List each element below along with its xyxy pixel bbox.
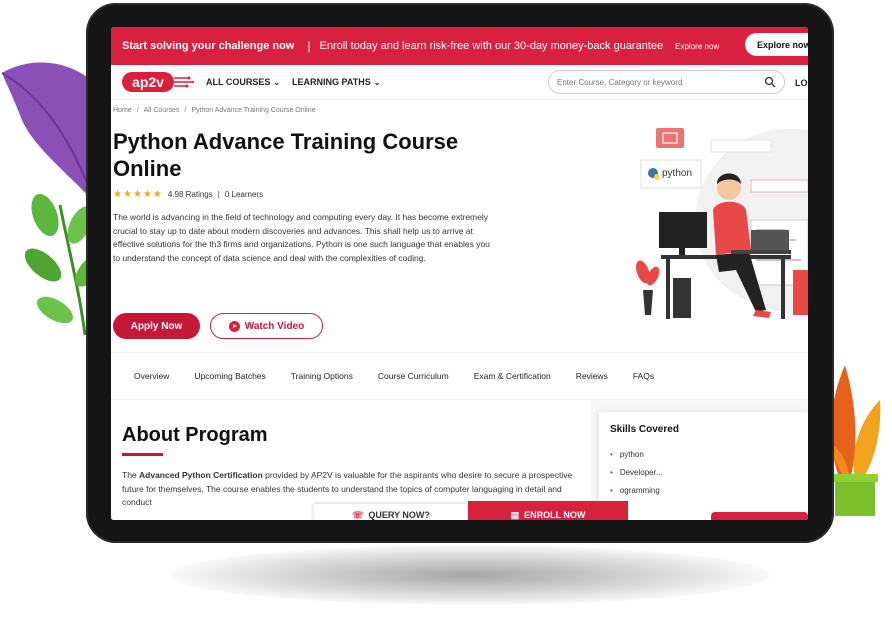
watch-video-label: Watch Video — [244, 320, 305, 332]
about-program-heading: About Program — [122, 424, 268, 446]
tab-reviews[interactable]: Reviews — [576, 371, 608, 381]
tab-upcoming-batches[interactable]: Upcoming Batches — [194, 371, 265, 381]
watch-video-button[interactable]: Watch Video — [210, 313, 323, 339]
ap2v-logo[interactable]: ap2v — [122, 70, 195, 94]
play-icon — [228, 320, 240, 332]
all-courses-label: ALL COURSES — [206, 77, 271, 87]
learners-count: 0 Learners — [224, 190, 264, 199]
bullet-icon: • — [610, 450, 613, 459]
logo-text: ap2v — [132, 74, 164, 90]
python-label: python — [662, 168, 692, 179]
logo-mark: ap2v — [122, 72, 195, 92]
apply-now-button[interactable]: Apply Now — [113, 313, 200, 339]
breadcrumb-home[interactable]: Home — [113, 107, 132, 114]
breadcrumb-current: Python Advance Training Course Online — [191, 107, 316, 114]
course-tabs: Overview Upcoming Batches Training Optio… — [111, 352, 808, 400]
learning-paths-menu[interactable]: LEARNING PATHS ⌄ — [292, 77, 380, 87]
device-shadow — [170, 545, 770, 605]
skills-covered-card: Skills Covered • python • Developer... • og… — [599, 412, 808, 520]
bullet-icon: • — [610, 468, 613, 477]
breadcrumb-separator: / — [136, 107, 139, 114]
ratings-count: 4.98 Ratings — [167, 190, 213, 199]
query-now-button[interactable]: ☏ QUERY NOW? — [314, 504, 468, 520]
tab-exam-certification[interactable]: Exam & Certification — [474, 371, 551, 381]
main-nav: ap2v ALL COURSES ⌄ LEARNING PATHS ⌄ L — [111, 65, 808, 100]
phone-icon: ☏ — [352, 510, 364, 520]
skills-covered-heading: Skills Covered — [610, 424, 679, 435]
promo-explore-link[interactable]: Explore now — [675, 42, 719, 51]
explore-now-button[interactable]: Explore now — [745, 33, 808, 56]
query-now-label: QUERY NOW? — [368, 510, 430, 520]
promo-headline: Start solving your challenge now — [122, 40, 295, 52]
tab-faqs[interactable]: FAQs — [633, 371, 654, 381]
skill-item: • ogramming — [610, 486, 660, 495]
chevron-down-icon: ⌄ — [373, 77, 381, 87]
login-link[interactable]: LOG — [795, 78, 808, 88]
heading-underline — [122, 453, 163, 456]
skill-item: • Developer... — [610, 468, 663, 477]
skill-label: Developer... — [619, 468, 663, 477]
breadcrumb: Home / All Courses / Python Advance Trai… — [113, 107, 316, 114]
enroll-now-label: ENROLL NOW — [524, 510, 586, 520]
search-input[interactable] — [557, 77, 757, 87]
hero-section: Home / All Courses / Python Advance Trai… — [111, 100, 808, 352]
star-rating-icon: ★★★★★ — [113, 189, 163, 200]
skill-label: python — [619, 450, 644, 459]
about-section: About Program The Advanced Python Certif… — [111, 400, 808, 520]
promo-separator: | — [307, 39, 311, 53]
search-box — [548, 70, 785, 94]
course-description: The world is advancing in the field of t… — [113, 212, 490, 263]
ratings-divider: | — [217, 190, 220, 199]
document-icon: ▤ — [510, 510, 520, 520]
all-courses-menu[interactable]: ALL COURSES ⌄ — [206, 77, 280, 87]
learning-paths-label: LEARNING PATHS — [292, 77, 371, 87]
enroll-now-button[interactable]: ▤ ENROLL NOW — [468, 501, 628, 520]
tab-course-curriculum[interactable]: Course Curriculum — [378, 371, 449, 381]
about-text-pre: The — [122, 470, 140, 480]
tab-training-options[interactable]: Training Options — [291, 371, 353, 381]
breadcrumb-all-courses[interactable]: All Courses — [144, 107, 180, 114]
floating-red-tab[interactable] — [711, 512, 808, 520]
promo-offer: Enroll today and learn risk-free with ou… — [319, 40, 664, 52]
skill-label: ogramming — [619, 486, 660, 495]
skill-item: • python — [610, 450, 644, 459]
python-developer-illustration: python — [636, 128, 808, 319]
breadcrumb-separator: / — [184, 107, 187, 114]
promo-bar: Start solving your challenge now | Enrol… — [111, 27, 808, 65]
bullet-icon: • — [610, 486, 613, 495]
about-text-bold: Advanced Python Certification — [139, 470, 263, 480]
rating-row: ★★★★★ 4.98 Ratings | 0 Learners — [113, 189, 263, 200]
page-title: Python Advance Training Course Online — [113, 129, 459, 181]
browser-screen: Start solving your challenge now | Enrol… — [111, 27, 808, 520]
search-icon[interactable] — [764, 76, 776, 88]
tab-overview[interactable]: Overview — [134, 371, 169, 381]
chevron-down-icon: ⌄ — [273, 77, 281, 87]
